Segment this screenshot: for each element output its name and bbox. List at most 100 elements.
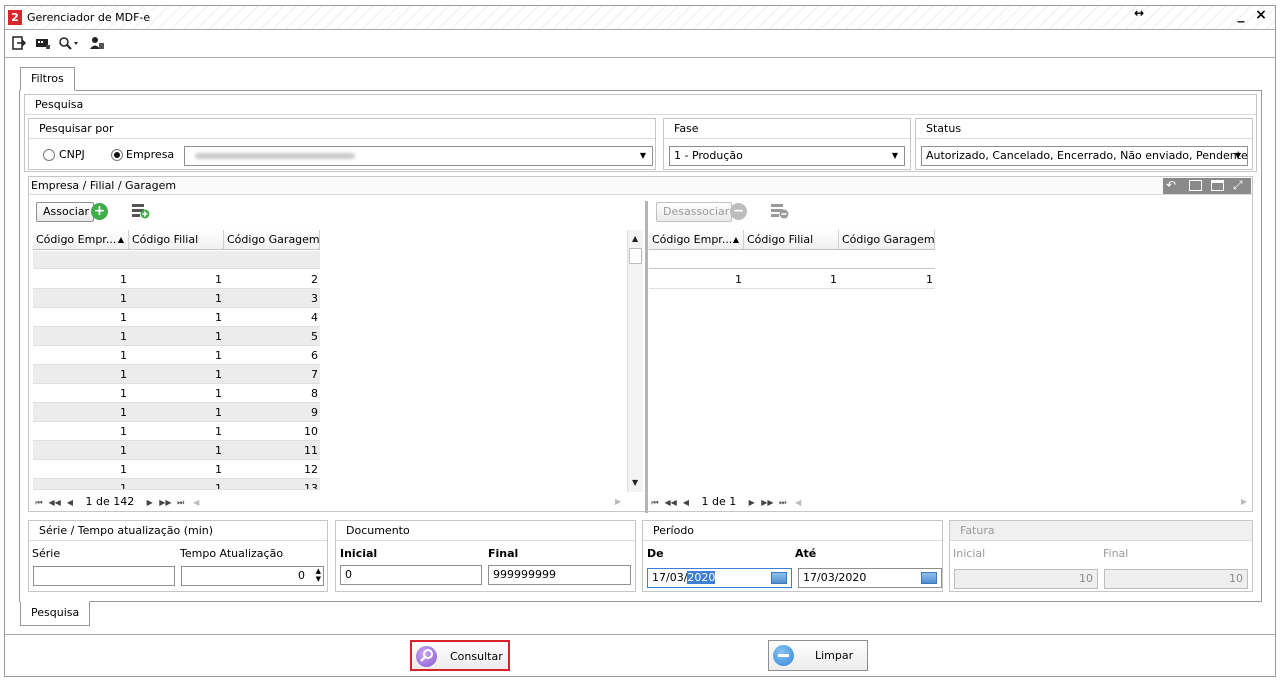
fatura-final-input[interactable]: 10 (1104, 569, 1248, 589)
tempo-spinner[interactable]: 0 ▲ ▼ (181, 566, 324, 586)
table-cell: 5 (311, 330, 318, 343)
window-title: Gerenciador de MDF-e (27, 11, 151, 24)
serie-input[interactable] (33, 566, 175, 586)
bottom-separator (5, 634, 1275, 635)
sort-asc-icon: ▲ (117, 235, 124, 244)
limpar-button[interactable]: Limpar (768, 640, 868, 671)
minimize-button[interactable]: _ (1233, 7, 1249, 23)
app-logo-icon: 2 (8, 10, 22, 25)
add-list-icon[interactable] (132, 203, 150, 219)
column-header-codigo-empresa[interactable]: Código Empr... ▲ (33, 230, 129, 250)
documento-title: Documento (336, 521, 635, 541)
remove-icon[interactable]: − (730, 203, 747, 220)
resize-icon[interactable]: ↔ (1131, 6, 1147, 20)
table-row[interactable]: 1 1 3 (33, 289, 320, 308)
table-row[interactable]: 1 1 12 (33, 460, 320, 479)
column-header-codigo-filial[interactable]: Código Filial (129, 230, 224, 250)
table-row[interactable]: 1 1 1 (649, 270, 935, 289)
scroll-up-icon[interactable]: ▲ (632, 234, 638, 243)
fatura-inicial-input[interactable]: 10 (954, 569, 1098, 589)
last-page-icon[interactable]: ⏭ (175, 494, 187, 512)
table-cell: 1 (120, 330, 127, 343)
undo-icon[interactable]: ↶ (1166, 178, 1176, 192)
status-combo[interactable]: Autorizado, Cancelado, Encerrado, Não en… (921, 146, 1248, 166)
left-vertical-scrollbar[interactable]: ▲ ▼ (627, 230, 643, 492)
periodo-de-label: De (647, 547, 664, 560)
associar-button[interactable]: Associar (36, 202, 94, 222)
documento-inicial-input[interactable]: 0 (340, 565, 482, 585)
add-icon[interactable]: + (91, 203, 108, 220)
tab-filtros[interactable]: Filtros (20, 67, 75, 91)
fatura-inicial-label: Inicial (953, 547, 986, 560)
table-cell: 3 (311, 292, 318, 305)
calendar-icon[interactable] (921, 572, 937, 584)
spinner-icon[interactable]: ▲ ▼ (316, 567, 321, 583)
scroll-right-icon[interactable]: ▶ (1241, 493, 1247, 511)
search-icon[interactable] (57, 36, 81, 52)
table-row[interactable]: 1 1 4 (33, 308, 320, 327)
consultar-button[interactable]: Consultar (410, 640, 510, 671)
scroll-right-icon[interactable]: ▶ (615, 493, 621, 511)
fatura-final-label: Final (1103, 547, 1129, 560)
radio-empresa[interactable] (111, 149, 123, 161)
scroll-left-icon[interactable]: ◀ (190, 494, 202, 512)
periodo-ate-input[interactable]: 17/03/2020 (798, 568, 942, 588)
table-row[interactable]: 1 1 2 (33, 270, 320, 289)
terminal-icon[interactable] (35, 36, 51, 52)
periodo-de-input[interactable]: 17/03/2020 (647, 568, 792, 588)
tab-pesquisa[interactable]: Pesquisa (20, 601, 91, 626)
empresa-combo[interactable]: ▼ (184, 146, 653, 166)
periodo-de-value: 17/03/ (652, 571, 688, 584)
close-button[interactable]: × (1253, 7, 1269, 23)
table-row[interactable]: 1 1 11 (33, 441, 320, 460)
splitter-handle[interactable] (645, 201, 648, 513)
table-cell: 1 (120, 292, 127, 305)
prev-fast-icon[interactable]: ◀◀ (49, 494, 61, 512)
right-column-header-codigo-filial[interactable]: Código Filial (744, 230, 839, 250)
limpar-label: Limpar (815, 649, 854, 662)
table-row[interactable]: 1 1 10 (33, 422, 320, 441)
desassociar-button[interactable]: Desassociar (656, 202, 732, 222)
next-fast-icon[interactable]: ▶▶ (761, 494, 773, 512)
next-page-icon[interactable]: ▶ (746, 494, 758, 512)
status-group: Status Autorizado, Cancelado, Encerrado,… (915, 118, 1253, 170)
chevron-down-icon: ▼ (1234, 151, 1242, 160)
exit-icon[interactable] (11, 36, 27, 52)
table-row[interactable]: 1 1 5 (33, 327, 320, 346)
right-column-header-codigo-empresa[interactable]: Código Empr... ▲ (649, 230, 744, 250)
table-row[interactable]: 1 1 7 (33, 365, 320, 384)
first-page-icon[interactable]: ⏮ (33, 494, 45, 512)
prev-page-icon[interactable]: ◀ (64, 494, 76, 512)
calendar-icon[interactable] (771, 572, 787, 584)
prev-fast-icon[interactable]: ◀◀ (665, 494, 677, 512)
fase-combo[interactable]: 1 - Produção ▼ (669, 146, 905, 166)
scroll-down-icon[interactable]: ▼ (632, 478, 638, 487)
radio-cnpj[interactable] (43, 149, 55, 161)
periodo-ate-value: 17/03/2020 (803, 571, 867, 584)
table-row[interactable]: 1 1 9 (33, 403, 320, 422)
scroll-left-icon[interactable]: ◀ (792, 494, 804, 512)
right-column-header-codigo-garagem[interactable]: Código Garagem (839, 230, 935, 250)
table-row[interactable]: 1 1 8 (33, 384, 320, 403)
periodo-ate-label: Até (795, 547, 817, 560)
column-header-codigo-garagem[interactable]: Código Garagem (224, 230, 320, 250)
table-row[interactable]: 1 1 13 (33, 479, 320, 490)
tempo-label: Tempo Atualização (180, 547, 284, 560)
table-row[interactable]: 1 1 6 (33, 346, 320, 365)
prev-page-icon[interactable]: ◀ (680, 494, 692, 512)
calendar-view-icon[interactable] (1211, 180, 1224, 191)
first-page-icon[interactable]: ⏮ (649, 494, 661, 512)
last-page-icon[interactable]: ⏭ (777, 494, 789, 512)
user-icon[interactable] (89, 36, 105, 52)
next-fast-icon[interactable]: ▶▶ (159, 494, 171, 512)
status-value: Autorizado, Cancelado, Encerrado, Não en… (926, 149, 1248, 162)
table-cell: 12 (304, 463, 318, 476)
fatura-title: Fatura (950, 521, 1252, 541)
list-icon[interactable] (1189, 180, 1202, 191)
next-page-icon[interactable]: ▶ (144, 494, 156, 512)
fullscreen-icon[interactable]: ⤢ (1233, 178, 1243, 193)
remove-list-icon[interactable] (771, 203, 789, 219)
scroll-thumb[interactable] (629, 248, 642, 264)
right-page-indicator: 1 de 1 (701, 495, 737, 508)
documento-final-input[interactable]: 999999999 (488, 565, 631, 585)
